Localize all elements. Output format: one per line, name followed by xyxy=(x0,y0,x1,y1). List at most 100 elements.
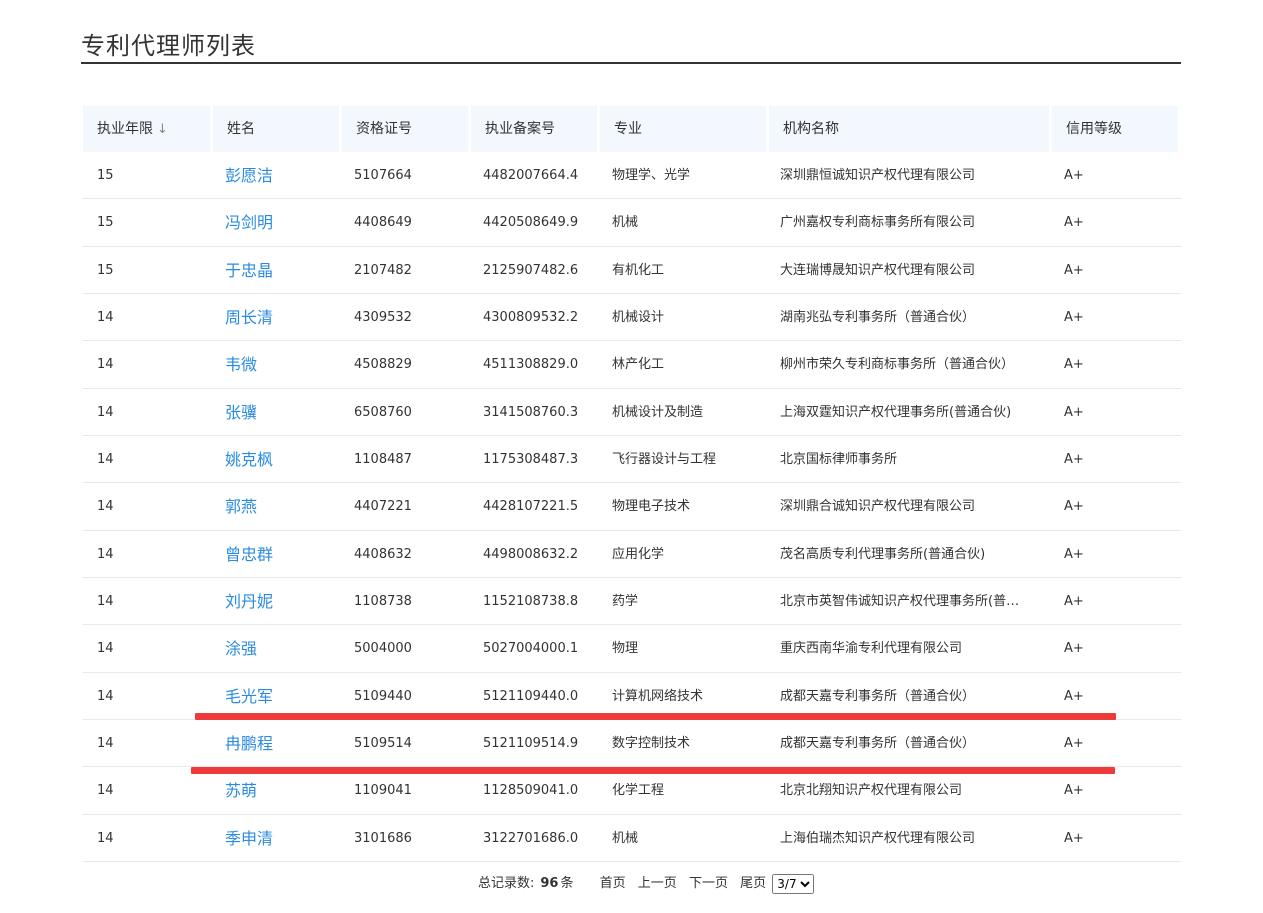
cell-agency: 成都天嘉专利事务所（普通合伙） xyxy=(780,735,976,751)
cell-agency: 柳州市荣久专利商标事务所（普通合伙） xyxy=(780,357,1015,373)
cell-agency: 茂名高质专利代理事务所(普通合伙) xyxy=(780,546,986,562)
cell-credit: A+ xyxy=(1064,735,1084,751)
column-header-years[interactable]: 执业年限 ↓ xyxy=(83,106,210,152)
agent-name-link[interactable]: 姚克枫 xyxy=(225,436,335,483)
page-select[interactable]: 3/7 xyxy=(772,873,815,894)
cell-major: 林产化工 xyxy=(612,357,665,373)
cell-credit: A+ xyxy=(1064,830,1084,846)
table-row: 14 曾忠群 4408632 4498008632.2 应用化学 茂名高质专利代理事务所(… xyxy=(83,531,1181,578)
cell-major: 机械 xyxy=(612,215,639,231)
cell-major: 化学工程 xyxy=(612,783,665,799)
highlight-underline xyxy=(191,767,1115,774)
cell-years: 14 xyxy=(97,546,114,562)
cell-credit: A+ xyxy=(1064,404,1084,420)
table-row: 15 彭愿洁 5107664 4482007664.4 物理学、光学 深圳鼎恒诚知识产权代… xyxy=(83,152,1181,200)
table-header: 执业年限 ↓ 姓名 资格证号 执业备案号 专业 机构名称 信用等级 xyxy=(83,106,1181,152)
highlight-underline xyxy=(195,713,1116,720)
cell-cert-no: 4407221 xyxy=(354,499,412,515)
agent-name-link[interactable]: 张骥 xyxy=(225,389,335,436)
column-header-cert-no: 资格证号 xyxy=(342,106,468,152)
cell-cert-no: 1108487 xyxy=(354,451,412,467)
cell-major: 机械设计及制造 xyxy=(612,404,704,420)
agent-name-link[interactable]: 彭愿洁 xyxy=(225,152,335,199)
cell-credit: A+ xyxy=(1064,546,1084,562)
cell-major: 物理 xyxy=(612,641,639,657)
agent-name-link[interactable]: 季申清 xyxy=(225,815,335,862)
cell-years: 14 xyxy=(97,688,114,704)
table-row: 15 于忠晶 2107482 2125907482.6 有机化工 大连瑞博晟知识产权代理有… xyxy=(83,247,1181,294)
agent-name-link[interactable]: 刘丹妮 xyxy=(225,578,335,625)
cell-agency: 广州嘉权专利商标事务所有限公司 xyxy=(780,215,976,231)
agent-name-link[interactable]: 于忠晶 xyxy=(225,247,335,294)
cell-cert-no: 4309532 xyxy=(354,309,412,325)
table-row: 14 郭燕 4407221 4428107221.5 物理电子技术 深圳鼎合诚知识产权代理… xyxy=(83,483,1181,531)
title-divider xyxy=(81,62,1181,64)
cell-record-no: 2125907482.6 xyxy=(483,262,579,278)
cell-record-no: 4498008632.2 xyxy=(483,546,579,562)
cell-record-no: 4482007664.4 xyxy=(483,168,579,183)
cell-record-no: 1128509041.0 xyxy=(483,783,579,799)
cell-cert-no: 1109041 xyxy=(354,783,412,799)
cell-credit: A+ xyxy=(1064,641,1084,657)
column-header-agency: 机构名称 xyxy=(769,106,1049,152)
agent-name-link[interactable]: 冉鹏程 xyxy=(225,720,335,767)
total-unit: 条 xyxy=(560,876,574,891)
cell-agency: 深圳鼎合诚知识产权代理有限公司 xyxy=(780,499,976,515)
agent-name-link[interactable]: 曾忠群 xyxy=(225,531,335,578)
agent-name-link[interactable]: 苏萌 xyxy=(225,767,335,814)
cell-agency: 上海双霆知识产权代理事务所(普通合伙) xyxy=(780,404,1012,420)
cell-credit: A+ xyxy=(1064,309,1084,325)
cell-record-no: 1175308487.3 xyxy=(483,451,579,467)
cell-major: 数字控制技术 xyxy=(612,735,691,751)
cell-credit: A+ xyxy=(1064,215,1084,231)
next-page-link[interactable]: 下一页 xyxy=(689,876,728,891)
total-count: 96 xyxy=(540,876,559,891)
cell-record-no: 5027004000.1 xyxy=(483,641,579,657)
page: 专利代理师列表 执业年限 ↓ 姓名 资格证号 执业备案号 专业 机构名称 信用等级… xyxy=(0,0,1263,913)
cell-credit: A+ xyxy=(1064,593,1084,609)
cell-cert-no: 4408649 xyxy=(354,215,412,231)
cell-record-no: 4511308829.0 xyxy=(483,357,579,373)
cell-years: 15 xyxy=(97,262,114,278)
arrow-down-icon[interactable]: ↓ xyxy=(157,107,168,153)
cell-agency: 大连瑞博晟知识产权代理有限公司 xyxy=(780,262,976,278)
pagination: 总记录数: 96 条 首页 上一页 下一页 尾页 3/7 xyxy=(478,873,815,895)
cell-agency: 上海伯瑞杰知识产权代理有限公司 xyxy=(780,830,976,846)
agent-name-link[interactable]: 涂强 xyxy=(225,625,335,672)
cell-major: 机械 xyxy=(612,830,639,846)
cell-years: 14 xyxy=(97,735,114,751)
agent-table: 执业年限 ↓ 姓名 资格证号 执业备案号 专业 机构名称 信用等级 15 彭愿洁 51… xyxy=(83,106,1181,862)
cell-major: 机械设计 xyxy=(612,309,665,325)
cell-major: 飞行器设计与工程 xyxy=(612,451,717,467)
cell-years: 15 xyxy=(97,215,114,231)
cell-agency: 湖南兆弘专利事务所（普通合伙） xyxy=(780,309,976,325)
cell-major: 应用化学 xyxy=(612,546,665,562)
cell-cert-no: 5107664 xyxy=(354,168,412,183)
table-row: 14 苏萌 1109041 1128509041.0 化学工程 北京北翔知识产权代理有限公… xyxy=(83,767,1181,815)
cell-years: 15 xyxy=(97,168,114,183)
cell-cert-no: 4408632 xyxy=(354,546,412,562)
agent-name-link[interactable]: 冯剑明 xyxy=(225,199,335,246)
last-page-link[interactable]: 尾页 xyxy=(740,876,766,891)
cell-cert-no: 1108738 xyxy=(354,593,412,609)
first-page-link[interactable]: 首页 xyxy=(600,876,626,891)
cell-major: 物理学、光学 xyxy=(612,168,691,183)
cell-record-no: 1152108738.8 xyxy=(483,593,579,609)
table-row: 14 周长清 4309532 4300809532.2 机械设计 湖南兆弘专利事务所（普通… xyxy=(83,294,1181,342)
cell-record-no: 4300809532.2 xyxy=(483,309,579,325)
cell-years: 14 xyxy=(97,357,114,373)
cell-cert-no: 5004000 xyxy=(354,641,412,657)
column-header-major: 专业 xyxy=(600,106,766,152)
prev-page-link[interactable]: 上一页 xyxy=(638,876,677,891)
cell-credit: A+ xyxy=(1064,499,1084,515)
cell-cert-no: 2107482 xyxy=(354,262,412,278)
agent-name-link[interactable]: 韦微 xyxy=(225,341,335,388)
table-row: 14 刘丹妮 1108738 1152108738.8 药学 北京市英智伟诚知识产权代理事… xyxy=(83,578,1181,626)
agent-name-link[interactable]: 郭燕 xyxy=(225,483,335,530)
cell-agency: 北京北翔知识产权代理有限公司 xyxy=(780,783,963,799)
cell-credit: A+ xyxy=(1064,783,1084,799)
cell-credit: A+ xyxy=(1064,357,1084,373)
agent-name-link[interactable]: 周长清 xyxy=(225,294,335,341)
column-header-record-no: 执业备案号 xyxy=(471,106,597,152)
table-body: 15 彭愿洁 5107664 4482007664.4 物理学、光学 深圳鼎恒诚知识产权代… xyxy=(83,152,1181,862)
